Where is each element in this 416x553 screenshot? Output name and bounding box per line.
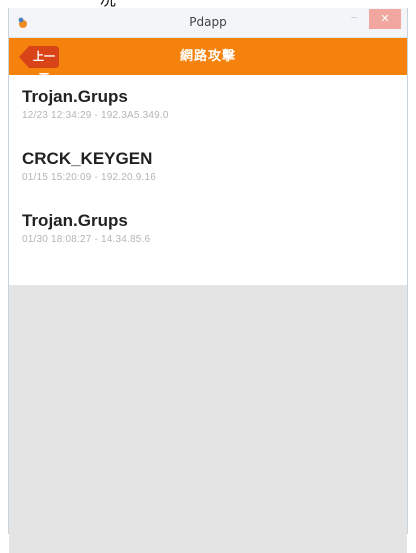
- list-item[interactable]: Trojan.Grups 12/23 12:34:29 - 192.3A5.34…: [9, 86, 407, 148]
- item-title: Trojan.Grups: [22, 211, 128, 230]
- item-title: CRCK_KEYGEN: [22, 149, 153, 168]
- item-subtitle: 12/23 12:34:29 - 192.3A5.349.0: [22, 110, 169, 121]
- attack-list: Trojan.Grups 12/23 12:34:29 - 192.3A5.34…: [9, 75, 407, 285]
- app-window: Pdapp – □ ✕ 上一頁 網路攻擊 Trojan.Grups 12/23 …: [8, 8, 408, 553]
- empty-content-area: [9, 285, 407, 553]
- item-title: Trojan.Grups: [22, 87, 128, 106]
- close-button[interactable]: ✕: [369, 9, 401, 29]
- item-subtitle: 01/30 18:08:27 - 14.34.85.6: [22, 234, 151, 245]
- list-item[interactable]: CRCK_KEYGEN 01/15 15:20:09 - 192.20.9.16: [9, 148, 407, 210]
- app-header: 上一頁 網路攻擊: [9, 38, 407, 85]
- window-titlebar[interactable]: Pdapp – □ ✕: [9, 8, 407, 38]
- minimize-button[interactable]: –: [343, 9, 365, 29]
- page-title: 網路攻擊: [179, 49, 236, 64]
- item-subtitle: 01/15 15:20:09 - 192.20.9.16: [22, 172, 157, 183]
- list-item[interactable]: Trojan.Grups 01/30 18:08:27 - 14.34.85.6: [9, 210, 407, 272]
